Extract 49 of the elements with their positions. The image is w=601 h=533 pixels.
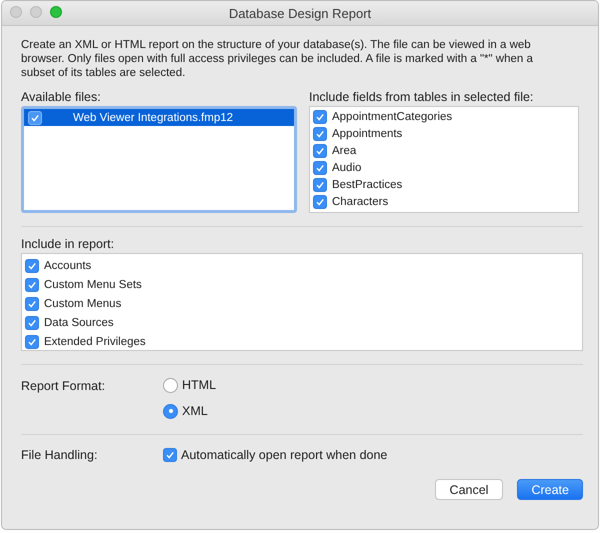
cancel-button[interactable]: Cancel	[434, 479, 504, 500]
checkbox[interactable]	[25, 316, 39, 330]
window-title: Database Design Report	[228, 6, 372, 20]
tables-label: Include fields from tables in selected file:	[308, 90, 534, 104]
table-name: BestPractices	[332, 178, 402, 190]
check-icon	[314, 162, 325, 172]
checkbox[interactable]	[163, 448, 177, 462]
table-name: Area	[332, 144, 356, 156]
checkbox[interactable]	[25, 296, 39, 310]
check-icon	[165, 450, 175, 460]
checkbox[interactable]	[28, 110, 42, 124]
check-icon	[314, 146, 325, 156]
report-format-label: Report Format:	[21, 378, 106, 393]
file-row[interactable]: Web Viewer Integrations.fmp12	[24, 109, 294, 126]
include-item: Data Sources	[44, 316, 114, 328]
checkbox[interactable]	[25, 278, 39, 292]
checkbox[interactable]	[312, 194, 327, 208]
include-item: Custom Menu Sets	[44, 278, 142, 290]
checkbox[interactable]	[25, 334, 39, 348]
check-icon	[30, 112, 40, 122]
radio-label: XML	[182, 404, 208, 418]
table-name: Audio	[332, 162, 362, 174]
checkbox[interactable]	[312, 178, 327, 192]
table-name: Characters	[332, 196, 388, 208]
include-label: Include in report:	[21, 237, 116, 251]
check-icon	[314, 196, 325, 206]
table-name: Appointments	[332, 128, 402, 140]
radio-button[interactable]	[163, 404, 178, 418]
file-handling-label: File Handling:	[21, 447, 98, 462]
description-text: Create an XML or HTML report on the structure of your database(s). The file can be viewed in a web browser. Only files open with full access privileges can be included. A file is marked with a "*" when a subset of its tables are selected.	[21, 38, 534, 80]
include-item: Accounts	[44, 260, 92, 272]
table-name: AppointmentCategories	[332, 110, 452, 122]
radio-label: HTML	[182, 378, 216, 392]
checkbox[interactable]	[312, 144, 327, 158]
checkbox[interactable]	[312, 110, 327, 124]
checkbox[interactable]	[25, 258, 39, 272]
create-button[interactable]: Create	[517, 479, 583, 500]
available-files-label: Available files:	[21, 90, 102, 104]
check-icon	[314, 112, 325, 122]
check-icon	[314, 128, 325, 138]
radio-button[interactable]	[163, 378, 178, 392]
check-icon	[314, 180, 325, 190]
checkbox[interactable]	[312, 160, 327, 174]
include-item: Extended Privileges	[44, 336, 146, 348]
include-item: Custom Menus	[44, 298, 122, 310]
checkbox[interactable]	[312, 126, 327, 140]
zoom-button[interactable]	[50, 6, 62, 18]
file-name: Web Viewer Integrations.fmp12	[73, 112, 234, 124]
option-label: Automatically open report when done	[181, 448, 388, 462]
